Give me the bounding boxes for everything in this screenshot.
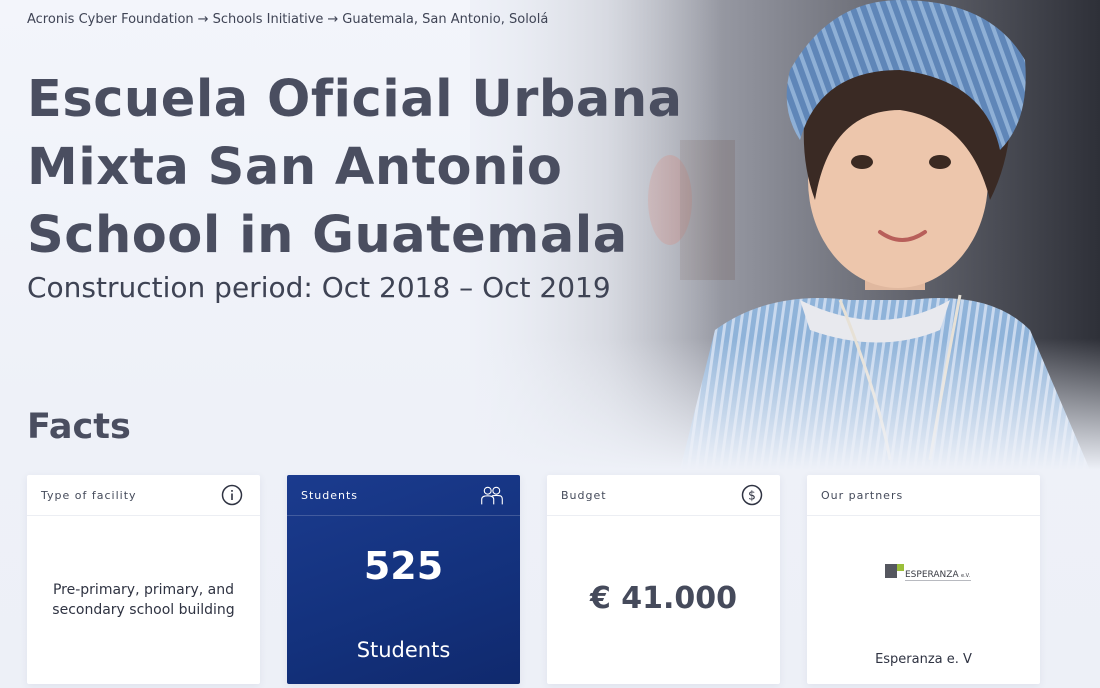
budget-amount: € 41.000 — [589, 581, 738, 616]
card-label: Students — [301, 488, 359, 502]
card-body: 525 Students — [287, 517, 520, 684]
card-body: € 41.000 — [547, 517, 780, 684]
page-title: Escuela Oficial Urbana Mixta San Antonio… — [27, 66, 727, 270]
page-title-line: School in Guatemala — [27, 206, 628, 265]
card-label: Type of facility — [41, 488, 137, 502]
breadcrumb-item-schools[interactable]: Schools Initiative — [213, 12, 324, 27]
students-count: 525 — [363, 544, 444, 588]
students-card: Students 525 Students — [287, 475, 520, 684]
breadcrumb-item-location: Guatemala, San Antonio, Sololá — [342, 12, 549, 27]
card-header: Budget $ — [547, 475, 780, 516]
svg-text:$: $ — [748, 489, 756, 503]
page-title-line: Mixta San Antonio — [27, 138, 563, 197]
card-label: Our partners — [821, 488, 904, 502]
logo-wordmark: ESPERANZA — [905, 570, 959, 580]
card-body: Pre-primary, primary, and secondary scho… — [27, 517, 260, 684]
facility-card: Type of facility Pre-primary, primary, a… — [27, 475, 260, 684]
card-header: Type of facility — [27, 475, 260, 516]
logo-suffix: e.V. — [961, 573, 970, 579]
card-label: Budget — [561, 488, 607, 502]
facts-heading: Facts — [27, 407, 131, 447]
people-icon — [480, 483, 504, 507]
card-body: ESPERANZA e.V. Esperanza e. V — [807, 517, 1040, 684]
students-caption: Students — [356, 638, 451, 662]
card-header: Our partners — [807, 475, 1040, 516]
partners-card: Our partners ESPERANZA e.V. Esperanza e.… — [807, 475, 1040, 684]
breadcrumb-item-foundation[interactable]: Acronis Cyber Foundation — [27, 12, 194, 27]
facility-type-text: Pre-primary, primary, and secondary scho… — [52, 582, 235, 618]
breadcrumb-separator: → — [327, 12, 339, 27]
construction-period: Construction period: Oct 2018 – Oct 2019 — [27, 271, 611, 304]
facts-cards: Type of facility Pre-primary, primary, a… — [27, 475, 1040, 684]
dollar-icon: $ — [740, 483, 764, 507]
info-icon[interactable] — [220, 483, 244, 507]
esperanza-logo[interactable]: ESPERANZA e.V. — [885, 562, 975, 586]
budget-card: Budget $ € 41.000 — [547, 475, 780, 684]
breadcrumb-separator: → — [197, 12, 209, 27]
card-header: Students — [287, 475, 520, 516]
page-title-line: Escuela Oficial Urbana — [27, 70, 683, 129]
breadcrumb: Acronis Cyber Foundation → Schools Initiat… — [27, 12, 548, 27]
partner-name[interactable]: Esperanza e. V — [807, 652, 1040, 667]
